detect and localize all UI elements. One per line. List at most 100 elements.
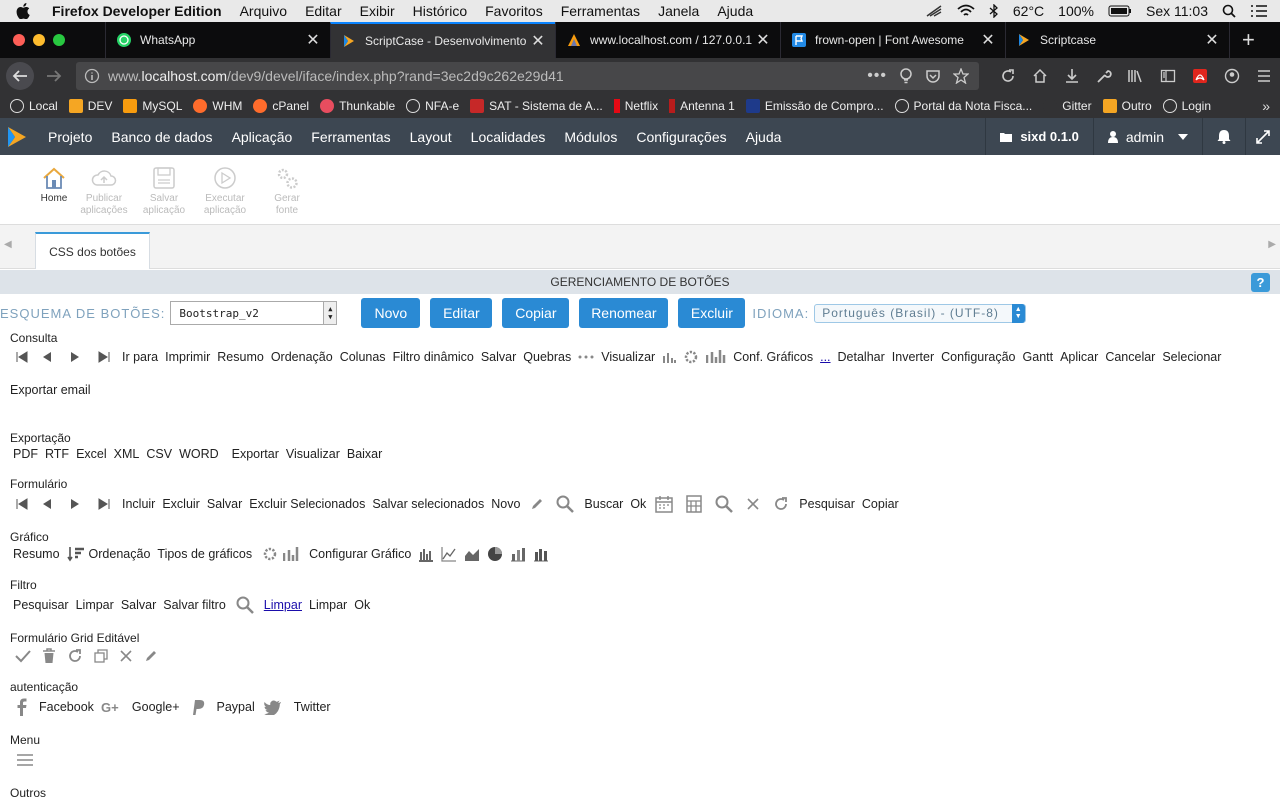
tab-css-dos-botoes[interactable]: CSS dos botões	[35, 232, 150, 269]
colunas-button[interactable]: Colunas	[340, 350, 386, 364]
resumo-button[interactable]: Resumo	[13, 547, 60, 561]
forward-arrow-icon[interactable]	[40, 62, 68, 90]
menu-ajuda[interactable]: Ajuda	[717, 3, 753, 19]
bookmark-antenna1[interactable]: Antenna 1	[669, 99, 735, 113]
facebook-button[interactable]: Facebook	[39, 700, 94, 714]
browser-tab-scriptcase[interactable]: Scriptcase ✕	[1005, 22, 1230, 58]
run-application-button[interactable]: Executar aplicação	[195, 163, 255, 217]
check-icon[interactable]	[15, 649, 31, 663]
back-arrow-icon[interactable]	[6, 62, 34, 90]
excluir-button[interactable]: Excluir	[678, 298, 746, 328]
detalhar-button[interactable]: Detalhar	[838, 350, 885, 364]
area-chart-icon[interactable]	[464, 546, 480, 562]
ok-button[interactable]: Ok	[630, 497, 646, 511]
scriptcase-logo-icon[interactable]	[0, 125, 34, 149]
pie-chart-icon[interactable]	[487, 546, 503, 562]
cpu-temperature[interactable]: 62°C	[1013, 3, 1044, 19]
close-window-button[interactable]	[13, 34, 25, 46]
close-x-icon[interactable]	[119, 649, 133, 663]
bookmark-portal-nota[interactable]: Portal da Nota Fisca...	[894, 99, 1032, 113]
xml-button[interactable]: XML	[114, 447, 140, 461]
browser-tab-scriptcase-dev[interactable]: ScriptCase - Desenvolvimento ✕	[330, 22, 555, 58]
more-dots-icon[interactable]	[578, 355, 594, 359]
search-icon[interactable]	[236, 596, 254, 614]
salvar-button[interactable]: Salvar	[481, 350, 516, 364]
browser-tab-whatsapp[interactable]: WhatsApp ✕	[105, 22, 330, 58]
limpar-button[interactable]: Limpar	[76, 598, 114, 612]
close-x-icon[interactable]	[746, 497, 760, 511]
home-icon[interactable]	[1024, 68, 1056, 84]
browser-tab-phpmyadmin[interactable]: www.localhost.com / 127.0.0.1 ✕	[555, 22, 780, 58]
apple-icon[interactable]	[16, 3, 38, 19]
imprimir-button[interactable]: Imprimir	[165, 350, 210, 364]
paypal-button[interactable]: Paypal	[217, 700, 255, 714]
sidebar-icon[interactable]	[1152, 68, 1184, 84]
menu-projeto[interactable]: Projeto	[48, 129, 92, 145]
salvar-selecionados-button[interactable]: Salvar selecionados	[372, 497, 484, 511]
refresh-icon[interactable]	[773, 496, 789, 512]
new-tab-plus-icon[interactable]: +	[1242, 27, 1255, 53]
bookmark-gitter[interactable]: Gitter	[1043, 99, 1092, 113]
user-menu[interactable]: admin	[1092, 118, 1202, 155]
generate-source-button[interactable]: Gerar fonte	[257, 163, 317, 217]
first-page-icon[interactable]	[16, 351, 28, 363]
fullscreen-expand-icon[interactable]	[1245, 118, 1280, 155]
spotlight-search-icon[interactable]	[1222, 4, 1236, 18]
pencil-icon[interactable]	[144, 649, 158, 663]
bookmark-mysql[interactable]: MySQL	[123, 99, 182, 113]
previous-page-icon[interactable]	[42, 351, 52, 363]
airplay-icon[interactable]	[925, 4, 943, 18]
inverter-button[interactable]: Inverter	[892, 350, 934, 364]
facebook-icon[interactable]	[17, 698, 27, 716]
search-icon[interactable]	[556, 495, 575, 513]
browser-tab-font-awesome[interactable]: frown-open | Font Awesome ✕	[780, 22, 1005, 58]
battery-icon[interactable]	[1108, 5, 1132, 17]
page-info-icon[interactable]	[84, 68, 100, 84]
menu-arquivo[interactable]: Arquivo	[240, 3, 287, 19]
bluetooth-icon[interactable]	[989, 4, 999, 18]
calculator-icon[interactable]	[686, 495, 703, 513]
notification-center-icon[interactable]	[1250, 4, 1268, 18]
search-icon[interactable]	[715, 495, 734, 513]
menu-banco-de-dados[interactable]: Banco de dados	[111, 129, 212, 145]
tipos-de-graficos-button[interactable]: Tipos de gráficos	[157, 547, 252, 561]
ok-button[interactable]: Ok	[354, 598, 370, 612]
menu-editar[interactable]: Editar	[305, 3, 342, 19]
twitter-icon[interactable]	[263, 699, 282, 715]
previous-record-icon[interactable]	[42, 498, 52, 510]
limpar-link[interactable]: Limpar	[264, 598, 302, 612]
conf-graficos-button[interactable]: Conf. Gráficos	[733, 350, 813, 364]
publish-applications-button[interactable]: Publicar aplicações	[74, 163, 134, 217]
sort-icon[interactable]	[66, 546, 85, 562]
close-tab-icon[interactable]: ✕	[981, 30, 995, 50]
close-tab-icon[interactable]: ✕	[306, 30, 320, 50]
first-record-icon[interactable]	[16, 498, 28, 510]
bookmark-cpanel[interactable]: cPanel	[253, 99, 309, 113]
calendar-icon[interactable]	[655, 495, 674, 513]
menu-janela[interactable]: Janela	[658, 3, 699, 19]
visualizar-button[interactable]: Visualizar	[601, 350, 655, 364]
bookmark-outro[interactable]: Outro	[1102, 99, 1152, 113]
help-button[interactable]: ?	[1251, 273, 1270, 292]
gantt-button[interactable]: Gantt	[1023, 350, 1054, 364]
battery-percent[interactable]: 100%	[1058, 3, 1094, 19]
menu-historico[interactable]: Histórico	[413, 3, 467, 19]
menu-ferramentas[interactable]: Ferramentas	[561, 3, 640, 19]
incluir-button[interactable]: Incluir	[122, 497, 155, 511]
salvar-filtro-button[interactable]: Salvar filtro	[163, 598, 226, 612]
novo-button[interactable]: Novo	[491, 497, 520, 511]
google-plus-icon[interactable]: G+	[101, 700, 121, 714]
pesquisar-button[interactable]: Pesquisar	[799, 497, 855, 511]
scroll-tabs-left-icon[interactable]: ◀	[4, 239, 12, 250]
trash-icon[interactable]	[42, 648, 56, 664]
menu-modulos[interactable]: Módulos	[564, 129, 617, 145]
menu-layout[interactable]: Layout	[410, 129, 452, 145]
next-record-icon[interactable]	[70, 498, 80, 510]
refresh-icon[interactable]	[67, 648, 83, 664]
pencil-icon[interactable]	[530, 497, 544, 511]
copiar-button[interactable]: Copiar	[502, 298, 570, 328]
close-tab-icon[interactable]: ✕	[756, 30, 770, 50]
close-tab-icon[interactable]: ✕	[531, 31, 545, 51]
reload-icon[interactable]	[992, 68, 1024, 84]
paypal-icon[interactable]	[189, 698, 205, 716]
